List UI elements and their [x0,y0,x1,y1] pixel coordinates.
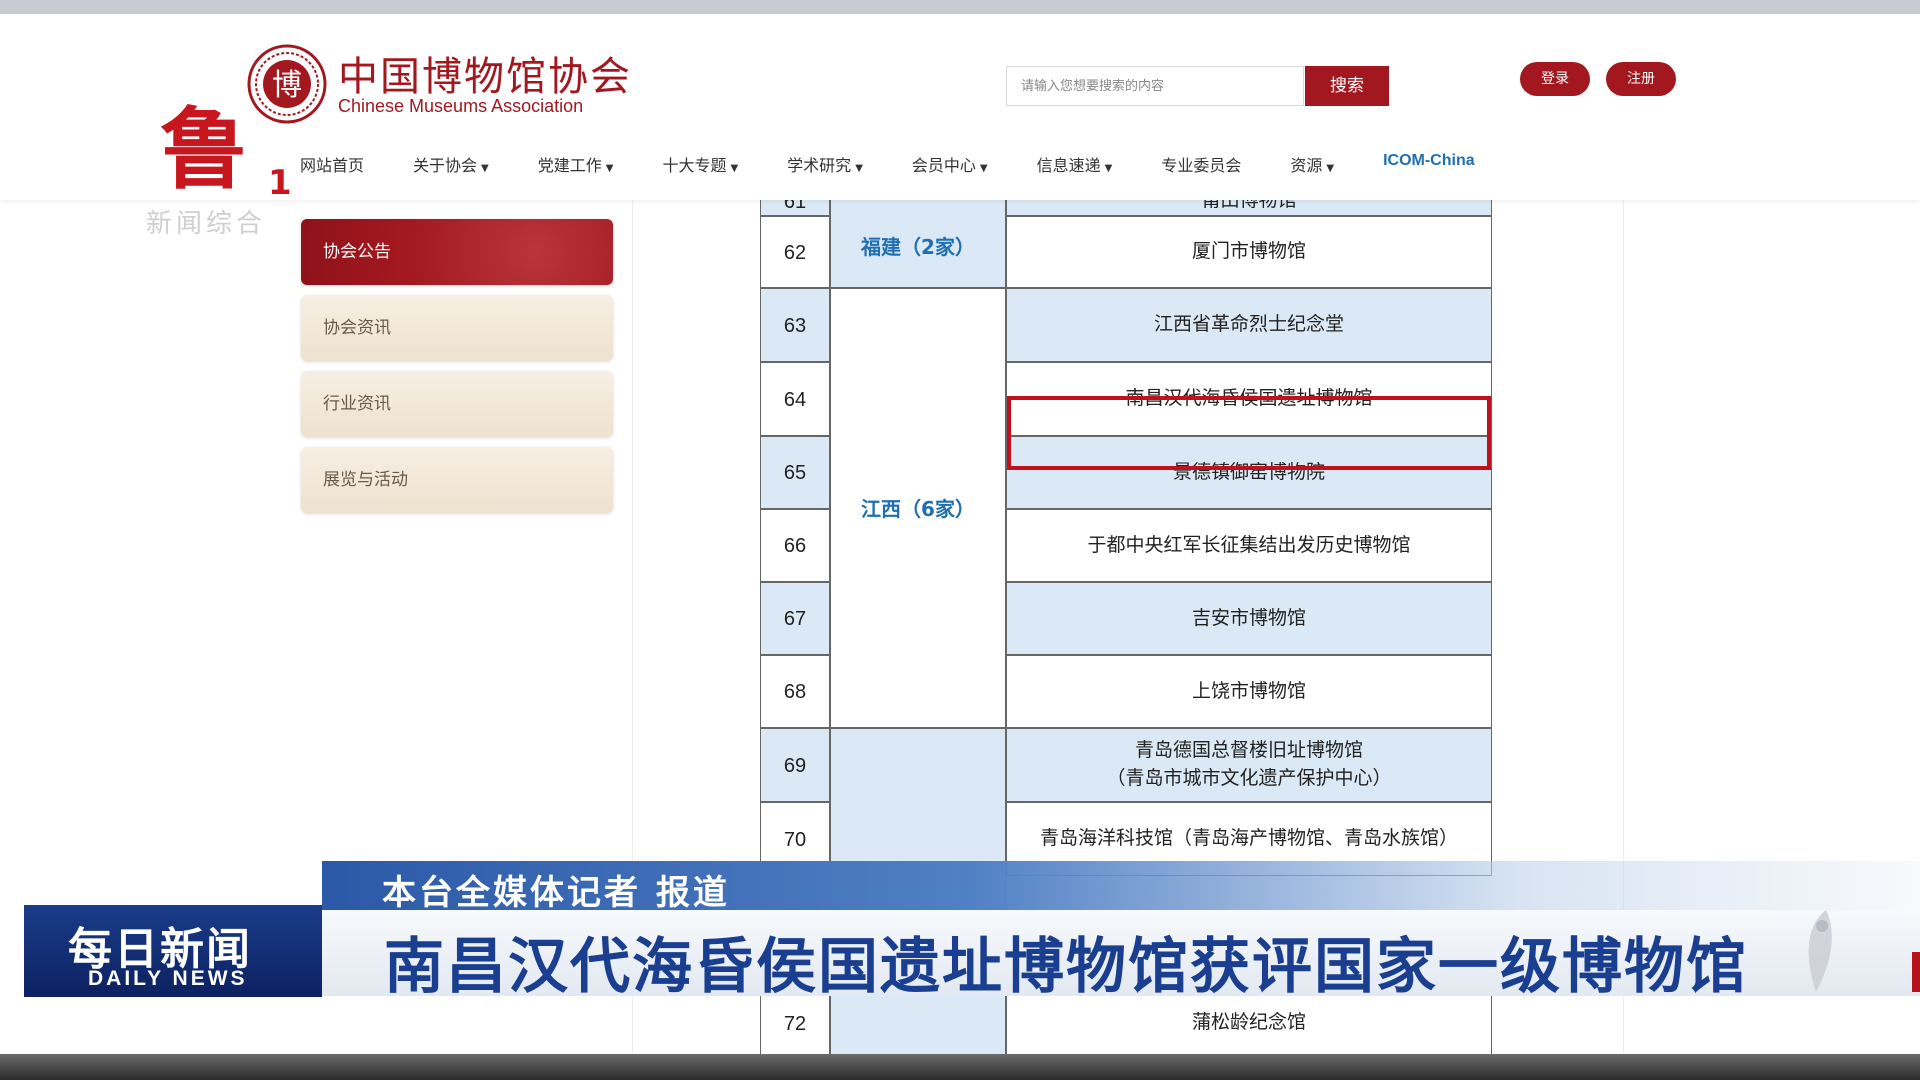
table-row-name: 于都中央红军长征集结出发历史博物馆 [1006,509,1492,582]
table-row-number: 63 [760,288,830,362]
sidebar-item-exhibitions[interactable]: 展览与活动 [301,447,613,513]
museum-name: 南昌汉代海昏侯国遗址博物馆 [1125,387,1373,410]
caret-down-icon: ▼ [1326,163,1335,174]
table-row-name: 上饶市博物馆 [1006,655,1492,728]
caret-down-icon: ▼ [855,163,863,174]
nav-label: 党建工作 [537,156,602,175]
row-number: 67 [783,608,807,630]
svg-text:博: 博 [272,68,302,103]
nav-item-about[interactable]: 关于协会 ▼ [413,152,489,182]
nav-item-committees[interactable]: 专业委员会 [1161,152,1241,182]
province-label: 福建（2家） [861,235,975,259]
nav-label: 网站首页 [300,156,365,175]
province-cell-fujian: 福建（2家） [830,186,1006,288]
table-row-name: 江西省革命烈士纪念堂 [1006,288,1492,362]
sidebar: 协会公告 协会资讯 行业资讯 展览与活动 [301,219,613,523]
ticker-red-accent [1912,952,1920,992]
caret-down-icon: ▼ [605,163,614,174]
caret-down-icon: ▼ [481,163,489,174]
table-row-number: 68 [760,655,830,728]
table-row-number: 64 [760,362,830,436]
sidebar-item-association-news[interactable]: 协会资讯 [301,295,613,361]
nav-item-members[interactable]: 会员中心 ▼ [912,152,988,182]
register-button[interactable]: 注册 [1606,62,1676,96]
row-number: 72 [783,1013,807,1035]
nav-label: 信息速递 [1036,156,1101,175]
top-frame-band [0,0,1920,14]
row-number: 66 [783,535,807,557]
program-name-en: DAILY NEWS [88,967,248,990]
table-row-name: 厦门市博物馆 [1006,216,1492,288]
nav-label: 会员中心 [911,156,976,175]
nav-item-party[interactable]: 党建工作 ▼ [538,152,614,182]
museum-name: 吉安市博物馆 [1191,606,1306,629]
table-row-number: 62 [760,216,830,288]
museum-name: 江西省革命烈士纪念堂 [1153,313,1344,336]
bottom-frame-band [0,1054,1920,1080]
nav-label: ICOM-China [1383,152,1475,169]
sidebar-item-announcements[interactable]: 协会公告 [301,219,613,285]
sidebar-item-industry-news[interactable]: 行业资讯 [301,371,613,437]
search-input[interactable] [1007,67,1303,105]
museum-name: 青岛德国总督楼旧址博物馆 （青岛市城市文化遗产保护中心） [1106,739,1392,789]
channel-number: 1 [268,163,292,203]
site-name-cn[interactable]: 中国博物馆协会 [338,44,632,102]
province-label: 江西（6家） [861,497,975,521]
museum-name: 蒲松龄纪念馆 [1191,1011,1306,1034]
nav-label: 十大专题 [662,156,727,175]
nav-item-icom-china[interactable]: ICOM-China [1383,152,1475,182]
row-number: 64 [783,389,807,411]
ticker-ornament-icon [1808,910,1832,992]
province-cell-jiangxi: 江西（6家） [830,288,1006,728]
nav-label: 资源 [1290,156,1323,175]
headline-strip: 南昌汉代海昏侯国遗址博物馆获评国家一级博物馆 [322,910,1920,1002]
museum-name: 厦门市博物馆 [1191,240,1306,263]
nav-label: 学术研究 [787,156,852,175]
table-row-name: 景德镇御窑博物院 [1006,436,1492,509]
nav-label: 专业委员会 [1161,156,1242,175]
headline: 南昌汉代海昏侯国遗址博物馆获评国家一级博物馆 [384,932,1748,1002]
search-box [1006,66,1304,106]
row-number: 62 [783,242,807,264]
nav-item-research[interactable]: 学术研究 ▼ [787,152,863,182]
museum-name: 景德镇御窑博物院 [1172,460,1325,483]
caret-down-icon: ▼ [1104,163,1113,174]
row-number: 70 [783,829,807,851]
reporter-strip: 本台全媒体记者 报道 [322,861,1920,913]
nav-item-home[interactable]: 网站首页 [300,152,364,182]
search-button[interactable]: 搜索 [1305,66,1389,106]
table-row-number: 66 [760,509,830,582]
site-name-en: Chinese Museums Association [338,96,584,116]
museum-name: 于都中央红军长征集结出发历史博物馆 [1087,533,1411,556]
nav-label: 关于协会 [413,156,478,175]
table-row-name: 吉安市博物馆 [1006,582,1492,655]
main-nav: 网站首页 关于协会 ▼ 党建工作 ▼ 十大专题 ▼ 学术研究 ▼ 会员中心 ▼ 信息速递 ▼… [300,152,1524,182]
table-row-number: 69 [760,728,830,802]
museum-name: 上饶市博物馆 [1191,679,1306,702]
row-number: 68 [783,681,807,703]
row-number: 63 [783,315,807,337]
association-seal-icon: 博 [247,44,327,124]
row-number: 65 [783,462,807,484]
channel-subtitle: 新闻综合 [146,209,267,239]
table-row-name: 青岛德国总督楼旧址博物馆 （青岛市城市文化遗产保护中心） [1006,728,1492,802]
reporter-line: 本台全媒体记者 报道 [382,873,730,913]
row-number: 69 [783,755,807,777]
daily-news-logo: 每日新闻 DAILY NEWS [24,905,322,997]
caret-down-icon: ▼ [730,163,739,174]
nav-item-resources[interactable]: 资源 ▼ [1290,152,1334,182]
museum-name: 青岛海洋科技馆（青岛海产博物馆、青岛水族馆） [1039,827,1458,850]
channel-glyph: 鲁 [160,97,249,201]
table-row-number: 65 [760,436,830,509]
table-row-number: 67 [760,582,830,655]
nav-item-topics[interactable]: 十大专题 ▼ [662,152,738,182]
nav-item-news[interactable]: 信息速递 ▼ [1037,152,1113,182]
caret-down-icon: ▼ [979,163,988,174]
table-row-name-highlighted: 南昌汉代海昏侯国遗址博物馆 [1006,362,1492,436]
login-button[interactable]: 登录 [1520,62,1590,96]
